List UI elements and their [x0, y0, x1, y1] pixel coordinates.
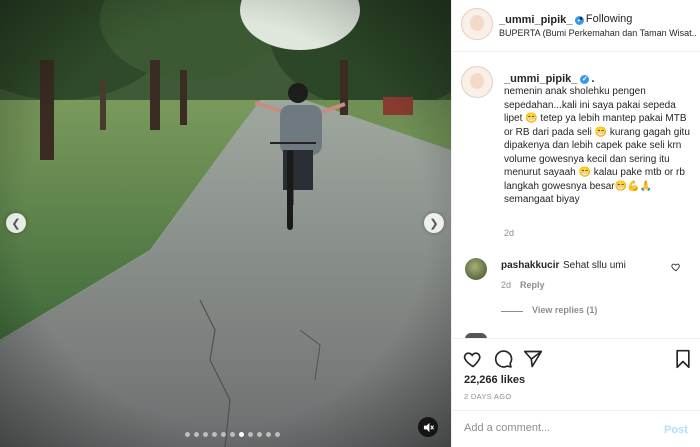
- view-replies-divider: [501, 311, 523, 312]
- comment-button[interactable]: [493, 349, 513, 374]
- carousel-dot: [230, 432, 235, 437]
- carousel-dot: [275, 432, 280, 437]
- comment-text: Sehat sllu umi: [563, 260, 626, 271]
- paper-plane-icon: [523, 350, 543, 368]
- heart-icon: [671, 263, 680, 272]
- view-replies-button[interactable]: View replies (1): [532, 305, 597, 315]
- caption-avatar[interactable]: [461, 66, 493, 98]
- caption-username[interactable]: _ummi_pipik_ ✓.: [504, 73, 594, 85]
- chevron-left-icon: ❮: [11, 217, 21, 230]
- video-frame: [0, 0, 451, 447]
- add-comment-input[interactable]: [464, 422, 644, 434]
- post-media[interactable]: ❮ ❯: [0, 0, 451, 447]
- verified-badge-icon: ✓: [580, 75, 590, 84]
- post-header: _ummi_pipik_ ✓ • Following BUPERTA (Bumi …: [452, 0, 700, 52]
- comment-composer: Post: [452, 410, 700, 447]
- carousel-dot: [248, 432, 253, 437]
- carousel-dot: [266, 432, 271, 437]
- follow-status[interactable]: • Following: [579, 13, 632, 25]
- commenter-avatar[interactable]: [465, 258, 487, 280]
- like-button[interactable]: [463, 349, 483, 374]
- save-button[interactable]: [674, 349, 692, 374]
- carousel-indicator: [185, 432, 280, 437]
- heart-icon: [463, 352, 481, 368]
- speaker-muted-icon: [423, 422, 434, 432]
- next-slide-button[interactable]: ❯: [424, 213, 444, 233]
- author-avatar[interactable]: [461, 8, 493, 40]
- post-location[interactable]: BUPERTA (Bumi Perkemahan dan Taman Wisat…: [499, 28, 697, 38]
- carousel-dot: [185, 432, 190, 437]
- comment-like-button[interactable]: [671, 262, 681, 275]
- following-button[interactable]: Following: [586, 13, 632, 25]
- carousel-dot: [212, 432, 217, 437]
- post-actions: 22,266 likes 2 DAYS AGO Post: [452, 338, 700, 447]
- bookmark-icon: [676, 349, 690, 369]
- post-comment-button[interactable]: Post: [664, 424, 688, 436]
- carousel-dot: [194, 432, 199, 437]
- carousel-dot: [203, 432, 208, 437]
- carousel-dot: [239, 432, 244, 437]
- comment-bubble-icon: [494, 350, 513, 368]
- carousel-dot: [257, 432, 262, 437]
- share-button[interactable]: [523, 349, 543, 374]
- reply-button[interactable]: Reply: [520, 280, 545, 290]
- previous-slide-button[interactable]: ❮: [6, 213, 26, 233]
- chevron-right-icon: ❯: [429, 217, 439, 230]
- caption-text: nemenin anak sholehku pengen sepedahan..…: [504, 86, 690, 205]
- mute-toggle-button[interactable]: [418, 417, 438, 437]
- commenter-username[interactable]: pashakkucir: [501, 260, 559, 271]
- post-date: 2 DAYS AGO: [464, 392, 512, 401]
- likes-count[interactable]: 22,266 likes: [464, 374, 525, 386]
- author-username[interactable]: _ummi_pipik_ ✓: [499, 14, 585, 26]
- caption-timestamp: 2d: [504, 228, 515, 238]
- post-side-panel: _ummi_pipik_ ✓ • Following BUPERTA (Bumi …: [451, 0, 700, 447]
- comment-timestamp: 2d: [501, 280, 512, 290]
- carousel-dot: [221, 432, 226, 437]
